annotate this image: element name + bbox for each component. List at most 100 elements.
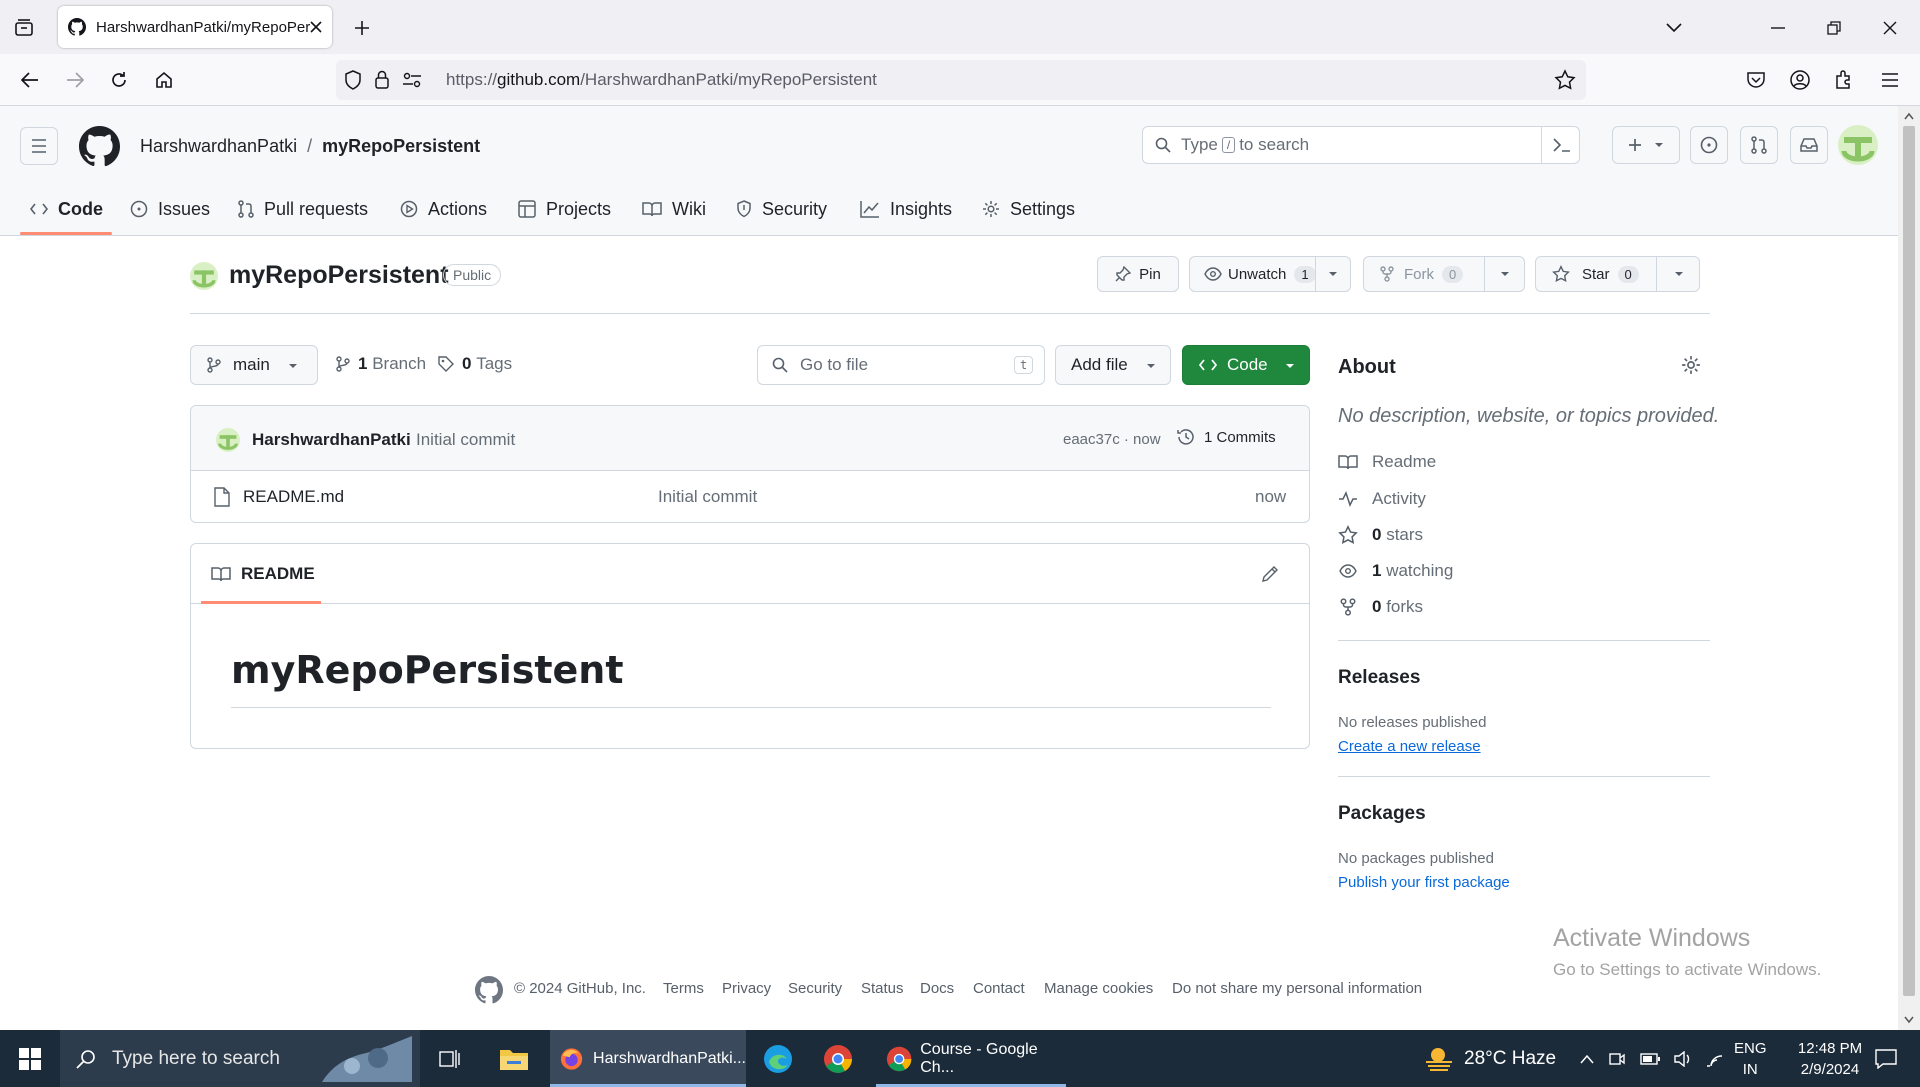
github-logo-icon[interactable] [79, 126, 120, 167]
footer-link-do-not-share[interactable]: Do not share my personal information [1172, 980, 1422, 997]
taskbar-firefox-window[interactable]: HarshwardhanPatki... [550, 1030, 746, 1087]
stars-link[interactable]: 0 stars [1338, 525, 1423, 545]
taskbar-search-box[interactable]: Type here to search [60, 1030, 420, 1087]
go-to-file-input[interactable]: Go to file t [757, 345, 1045, 385]
address-bar[interactable]: https://github.com/HarshwardhanPatki/myR… [336, 60, 1586, 100]
pin-button[interactable]: Pin [1097, 256, 1179, 292]
command-palette-icon[interactable] [1553, 138, 1571, 152]
tab-security[interactable]: Security [736, 188, 827, 230]
packages-title[interactable]: Packages [1338, 803, 1426, 825]
activity-link[interactable]: Activity [1338, 489, 1426, 509]
add-file-button[interactable]: Add file [1055, 345, 1171, 385]
footer-link-status[interactable]: Status [861, 980, 904, 997]
footer-link-security[interactable]: Security [788, 980, 842, 997]
tab-issues[interactable]: Issues [130, 188, 210, 230]
tab-settings[interactable]: Settings [982, 188, 1075, 230]
clock[interactable]: 12:48 PM 2/9/2024 [1780, 1038, 1880, 1080]
lock-icon[interactable] [374, 69, 390, 89]
footer-link-privacy[interactable]: Privacy [722, 980, 771, 997]
footer-link-manage-cookies[interactable]: Manage cookies [1044, 980, 1153, 997]
start-button[interactable] [0, 1030, 60, 1087]
owner-link[interactable]: HarshwardhanPatki [140, 136, 297, 157]
table-row[interactable]: README.md Initial commit now [191, 471, 1309, 522]
close-tab-icon[interactable] [310, 21, 322, 33]
forks-link[interactable]: 0 forks [1338, 597, 1423, 617]
meet-now-icon[interactable] [1608, 1050, 1626, 1068]
page-permissions-icon[interactable] [402, 72, 422, 88]
edge-icon[interactable] [758, 1030, 798, 1087]
footer-link-terms[interactable]: Terms [663, 980, 704, 997]
commit-hash-time[interactable]: eaac37c · now [1063, 431, 1161, 448]
commit-message[interactable]: Initial commit [416, 430, 515, 450]
readme-tab[interactable]: README [211, 564, 315, 584]
chrome-icon[interactable] [818, 1030, 858, 1087]
tab-projects[interactable]: Projects [518, 188, 611, 230]
scroll-up-icon[interactable] [1904, 112, 1914, 120]
pull-requests-button[interactable] [1740, 126, 1778, 164]
chevron-up-icon[interactable] [1580, 1054, 1594, 1064]
volume-icon[interactable] [1674, 1050, 1692, 1067]
footer-link-docs[interactable]: Docs [920, 980, 954, 997]
issues-button[interactable] [1690, 126, 1728, 164]
global-menu-button[interactable] [20, 127, 58, 165]
network-icon[interactable] [1706, 1051, 1724, 1067]
tab-list-icon[interactable] [10, 14, 38, 42]
browser-tab-active[interactable]: HarshwardhanPatki/myRepoPer [58, 6, 332, 48]
scroll-down-icon[interactable] [1904, 1016, 1914, 1024]
new-tab-icon[interactable] [348, 14, 376, 42]
code-button[interactable]: Code [1182, 345, 1310, 385]
commit-author-avatar[interactable] [216, 428, 240, 452]
file-name[interactable]: README.md [243, 487, 344, 507]
commits-link[interactable]: 1 Commits [1176, 427, 1276, 447]
language-indicator[interactable]: ENG IN [1734, 1038, 1767, 1080]
notifications-icon[interactable] [1866, 1030, 1906, 1087]
repo-owner-avatar[interactable] [190, 262, 218, 290]
file-commit-message[interactable]: Initial commit [658, 487, 757, 507]
watching-link[interactable]: 1 watching [1338, 561, 1453, 581]
chevron-down-icon[interactable] [1674, 271, 1684, 277]
extensions-icon[interactable] [1830, 66, 1858, 94]
releases-title[interactable]: Releases [1338, 667, 1420, 689]
fork-button[interactable]: Fork 0 [1363, 256, 1525, 292]
avatar[interactable] [1838, 125, 1878, 165]
branches-link[interactable]: 1 Branch [336, 354, 426, 374]
footer-link-contact[interactable]: Contact [973, 980, 1025, 997]
tab-actions[interactable]: Actions [400, 188, 487, 230]
star-button[interactable]: Star 0 [1535, 256, 1700, 292]
pocket-icon[interactable] [1742, 66, 1770, 94]
scrollbar-thumb[interactable] [1903, 126, 1915, 996]
unwatch-button[interactable]: Unwatch 1 [1189, 256, 1351, 292]
close-window-icon[interactable] [1876, 14, 1904, 42]
repo-title[interactable]: myRepoPersistent [229, 261, 449, 290]
minimize-icon[interactable] [1764, 14, 1792, 42]
system-tray[interactable] [1580, 1030, 1724, 1087]
tab-pull-requests[interactable]: Pull requests [238, 188, 368, 230]
task-view-icon[interactable] [432, 1030, 468, 1087]
tracking-shield-icon[interactable] [344, 70, 362, 90]
forward-icon[interactable] [61, 66, 89, 94]
chevron-down-icon[interactable] [1328, 271, 1338, 277]
publish-package-link[interactable]: Publish your first package [1338, 874, 1510, 891]
list-all-tabs-icon[interactable] [1660, 14, 1688, 42]
inbox-button[interactable] [1790, 126, 1828, 164]
restore-icon[interactable] [1820, 14, 1848, 42]
battery-icon[interactable] [1640, 1052, 1660, 1065]
back-icon[interactable] [16, 66, 44, 94]
readme-link[interactable]: Readme [1338, 452, 1436, 472]
file-explorer-icon[interactable] [494, 1030, 534, 1087]
create-release-link[interactable]: Create a new release [1338, 738, 1481, 755]
home-icon[interactable] [150, 66, 178, 94]
bookmark-star-icon[interactable] [1554, 69, 1576, 91]
pencil-icon[interactable] [1261, 565, 1279, 583]
tags-link[interactable]: 0 Tags [438, 354, 512, 374]
github-footer-logo-icon[interactable] [475, 976, 503, 1004]
gear-icon[interactable] [1681, 355, 1701, 375]
commit-author[interactable]: HarshwardhanPatki [252, 430, 411, 450]
weather-widget[interactable]: 28°C Haze [1424, 1030, 1556, 1087]
chevron-down-icon[interactable] [1500, 271, 1510, 277]
app-menu-icon[interactable] [1876, 66, 1904, 94]
search-input[interactable]: Type / to search [1142, 126, 1580, 164]
tab-insights[interactable]: Insights [860, 188, 952, 230]
tab-wiki[interactable]: Wiki [642, 188, 706, 230]
page-scrollbar[interactable] [1898, 106, 1920, 1030]
